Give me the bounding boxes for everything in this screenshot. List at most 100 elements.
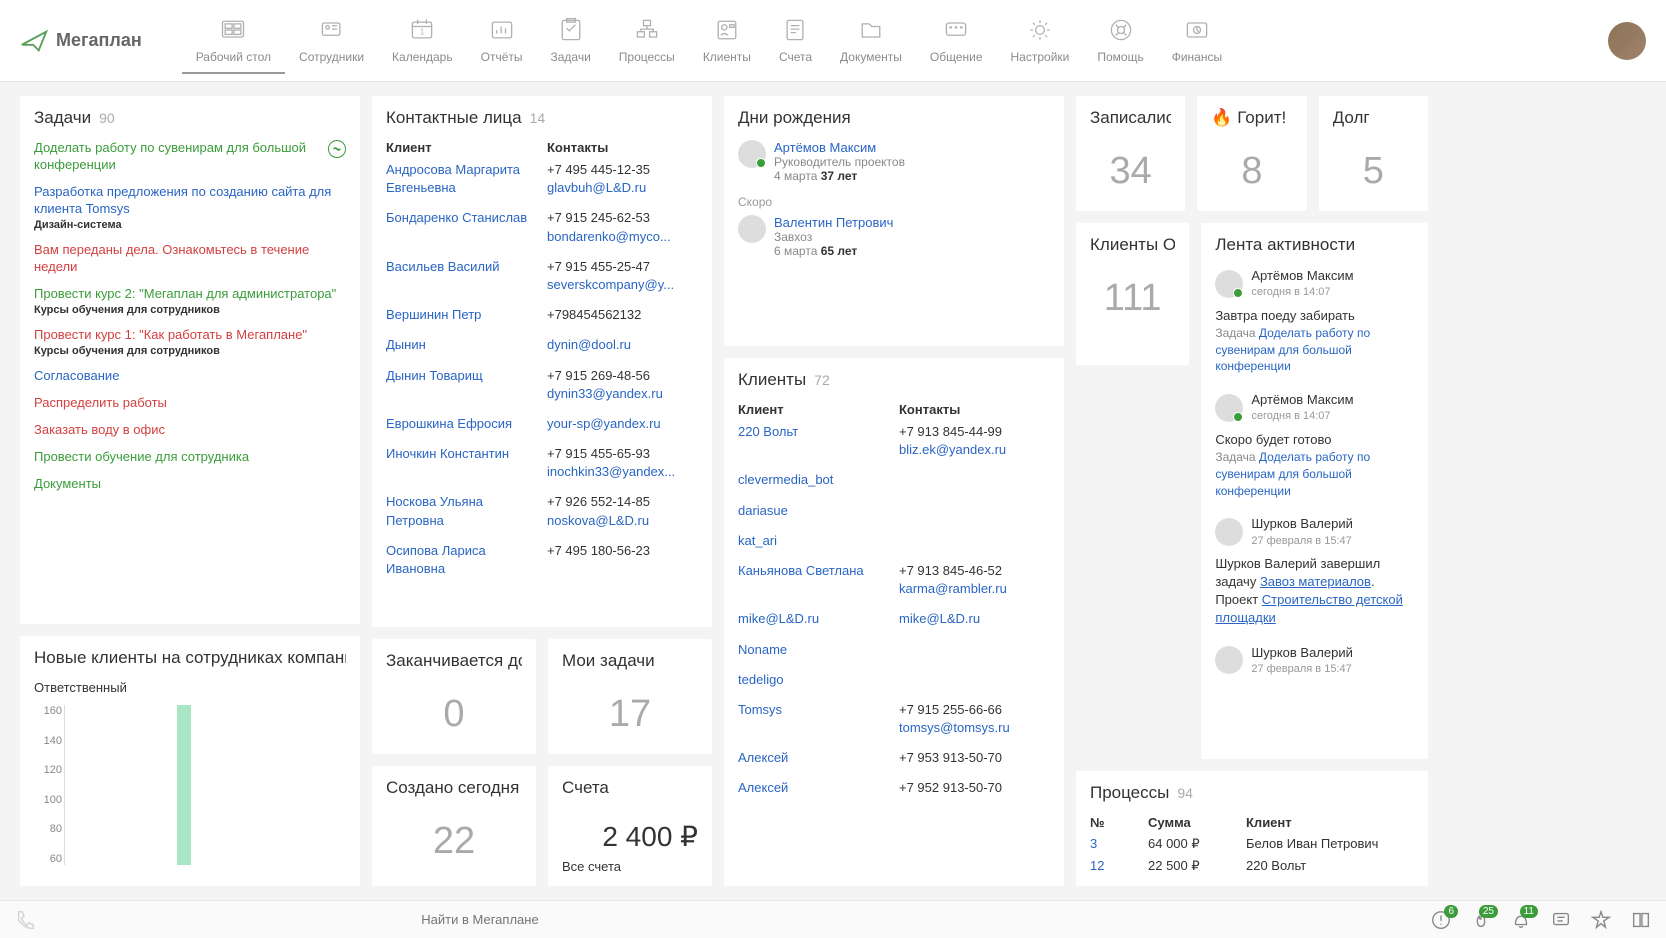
task-item[interactable]: Провести курс 2: "Мегаплан для администр… <box>34 286 346 317</box>
user-avatar[interactable] <box>1608 22 1646 60</box>
contact-info: +7 915 455-25-47severskcompany@y... <box>547 258 698 294</box>
nav-label: Задачи <box>551 50 591 64</box>
fire-icon[interactable]: 25 <box>1470 909 1492 931</box>
title-text: Контактные лица <box>386 108 522 128</box>
contact-name[interactable]: Бондаренко Станислав <box>386 209 537 245</box>
task-item[interactable]: Провести курс 1: "Как работать в Мегапла… <box>34 327 346 358</box>
invoices-value: 2 400 ₽ <box>562 810 698 859</box>
contact-name[interactable]: kat_ari <box>738 532 889 550</box>
nav-Рабочий стол[interactable]: Рабочий стол <box>182 8 285 74</box>
invoices-all[interactable]: Все счета <box>562 859 698 874</box>
avatar[interactable] <box>1215 518 1243 546</box>
svg-text:1: 1 <box>420 27 424 36</box>
nav-Помощь[interactable]: Помощь <box>1083 8 1157 74</box>
nav-Счета[interactable]: Счета <box>765 8 826 74</box>
avatar[interactable] <box>1215 394 1243 422</box>
contact-info: +7 495 180-56-23 <box>547 542 698 578</box>
contacts-count: 14 <box>530 110 546 126</box>
signed-title: Записались на ве... <box>1090 108 1171 128</box>
task-item[interactable]: Провести обучение для сотрудника <box>34 449 346 466</box>
proc-num[interactable]: 12 <box>1090 858 1140 874</box>
search-input[interactable] <box>50 906 910 933</box>
proc-num[interactable]: 3 <box>1090 836 1140 852</box>
contact-name[interactable]: Noname <box>738 641 889 659</box>
avatar[interactable] <box>738 215 766 243</box>
task-item[interactable]: Заказать воду в офис <box>34 422 346 439</box>
contact-name[interactable]: Tomsys <box>738 701 889 737</box>
task-item[interactable]: Разработка предложения по созданию сайта… <box>34 184 346 232</box>
task-item[interactable]: Согласование <box>34 368 346 385</box>
task-item[interactable]: Документы <box>34 476 346 493</box>
avatar[interactable] <box>1215 270 1243 298</box>
contact-info: dynin@dool.ru <box>547 336 698 354</box>
avatar[interactable] <box>1215 646 1243 674</box>
contact-name[interactable]: Каньянова Светлана <box>738 562 889 598</box>
activity-who[interactable]: Артёмов Максим <box>1251 267 1353 285</box>
nav-label: Документы <box>840 50 902 64</box>
book-icon[interactable] <box>1630 909 1652 931</box>
nav-Процессы[interactable]: Процессы <box>605 8 689 74</box>
activity-who[interactable]: Шурков Валерий <box>1251 515 1353 533</box>
nav-Сотрудники[interactable]: Сотрудники <box>285 8 378 74</box>
tasks-title: Задачи 90 <box>34 108 346 128</box>
contact-name[interactable]: Иночкин Константин <box>386 445 537 481</box>
bday-card: Дни рождения Артёмов Максим Руководитель… <box>724 96 1064 346</box>
contact-name[interactable]: 220 Вольт <box>738 423 889 459</box>
logo[interactable]: Мегаплан <box>20 26 142 56</box>
signed-card: Записались на ве...34 <box>1076 96 1185 211</box>
contact-name[interactable]: Вершинин Петр <box>386 306 537 324</box>
nav-Задачи[interactable]: Задачи <box>537 8 605 74</box>
bday-name[interactable]: Валентин Петрович <box>774 215 893 230</box>
contact-name[interactable]: Алексей <box>738 779 889 797</box>
badge: 6 <box>1444 905 1458 918</box>
task-item[interactable]: Вам переданы дела. Ознакомьтесь в течени… <box>34 242 346 276</box>
deadline-card: Заканчивается до... 0 <box>372 639 536 754</box>
contact-name[interactable]: mike@L&D.ru <box>738 610 889 628</box>
task-item[interactable]: Доделать работу по сувенирам для большой… <box>34 140 346 174</box>
contact-name[interactable]: Носкова Ульяна Петровна <box>386 493 537 529</box>
created-value: 22 <box>386 810 522 869</box>
newclients-title: Новые клиенты на сотрудниках компани... <box>34 648 346 668</box>
contact-name[interactable]: Андросова Маргарита Евгеньевна <box>386 161 537 197</box>
tasks-card: Задачи 90 Доделать работу по сувенирам д… <box>20 96 360 624</box>
contact-name[interactable]: Осипова Лариса Ивановна <box>386 542 537 578</box>
activity-who[interactable]: Артёмов Максим <box>1251 391 1353 409</box>
clientsop-card: Клиенты ОП111 <box>1076 223 1189 365</box>
contact-name[interactable]: tedeligo <box>738 671 889 689</box>
nav-icon: 1 <box>406 16 438 44</box>
nav-Отчёты[interactable]: Отчёты <box>467 8 537 74</box>
nav-label: Клиенты <box>703 50 751 64</box>
fire-card: 🔥 Горит!8 <box>1197 96 1306 211</box>
contact-info <box>899 671 1050 689</box>
contact-name[interactable]: Еврошкина Ефросия <box>386 415 537 433</box>
title-text: Клиенты <box>738 370 806 390</box>
task-badge-icon <box>328 140 346 158</box>
nav-Общение[interactable]: Общение <box>916 8 997 74</box>
activity-item: Артёмов Максимсегодня в 14:07Скоро будет… <box>1215 391 1414 499</box>
contact-name[interactable]: Алексей <box>738 749 889 767</box>
activity-who[interactable]: Шурков Валерий <box>1251 644 1353 662</box>
contact-name[interactable]: Дынин Товарищ <box>386 367 537 403</box>
bday-name[interactable]: Артёмов Максим <box>774 140 876 155</box>
nav-Документы[interactable]: Документы <box>826 8 916 74</box>
task-item[interactable]: Распределить работы <box>34 395 346 412</box>
contact-name[interactable]: Дынин <box>386 336 537 354</box>
alert-icon[interactable]: 6 <box>1430 909 1452 931</box>
bday-role: Руководитель проектов <box>774 155 905 169</box>
nav-Финансы[interactable]: Финансы <box>1158 8 1236 74</box>
contact-name[interactable]: clevermedia_bot <box>738 471 889 489</box>
phone-icon[interactable] <box>14 909 36 931</box>
nav-label: Сотрудники <box>299 50 364 64</box>
nav-Настройки[interactable]: Настройки <box>997 8 1084 74</box>
avatar[interactable] <box>738 140 766 168</box>
logo-icon <box>20 26 50 56</box>
nav-Календарь[interactable]: 1Календарь <box>378 8 467 74</box>
nav-Клиенты[interactable]: Клиенты <box>689 8 765 74</box>
bell-icon[interactable]: 11 <box>1510 909 1532 931</box>
contact-name[interactable]: dariasue <box>738 502 889 520</box>
nav-icon <box>1181 16 1213 44</box>
contact-name[interactable]: Васильев Василий <box>386 258 537 294</box>
star-icon[interactable] <box>1590 909 1612 931</box>
bday-date: 6 марта 65 лет <box>774 244 893 258</box>
chat-icon[interactable] <box>1550 909 1572 931</box>
